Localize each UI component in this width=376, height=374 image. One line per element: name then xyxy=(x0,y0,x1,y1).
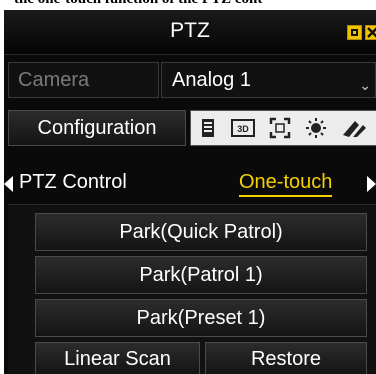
svg-text:3D: 3D xyxy=(237,124,249,134)
window-title: PTZ xyxy=(170,19,210,42)
wiper-icon[interactable] xyxy=(341,117,367,144)
caption-text: the one-touch function of the PTZ cont xyxy=(14,0,262,8)
park-quick-patrol-button[interactable]: Park(Quick Patrol) xyxy=(35,213,367,251)
right-arrow-icon[interactable] xyxy=(367,176,376,192)
restore-button[interactable]: Restore xyxy=(205,342,367,374)
close-icon[interactable] xyxy=(365,25,376,40)
park-preset-1-button[interactable]: Park(Preset 1) xyxy=(35,299,367,337)
configuration-row: Configuration 3D xyxy=(4,110,376,146)
document-caption: the one-touch function of the PTZ cont xyxy=(0,0,376,10)
camera-label: Camera xyxy=(8,62,159,98)
tab-ptz-control[interactable]: PTZ Control xyxy=(19,171,127,194)
minimize-icon[interactable] xyxy=(347,25,362,40)
one-touch-content: Park(Quick Patrol) Park(Patrol 1) Park(P… xyxy=(8,204,376,374)
tab-bar: PTZ Control One-touch xyxy=(4,168,376,202)
focus-frame-icon[interactable] xyxy=(269,117,291,144)
configuration-button[interactable]: Configuration xyxy=(8,110,186,146)
menu-list-icon[interactable] xyxy=(201,117,215,144)
title-bar: PTZ xyxy=(4,10,376,55)
chevron-down-icon: ⌄ xyxy=(359,77,371,93)
light-icon[interactable] xyxy=(303,117,329,144)
ptz-panel: PTZ Camera Analog 1 ⌄ Configuration 3D P… xyxy=(4,10,376,374)
linear-scan-button[interactable]: Linear Scan xyxy=(35,342,200,374)
camera-row: Camera Analog 1 ⌄ xyxy=(4,60,376,100)
tab-one-touch[interactable]: One-touch xyxy=(239,171,333,197)
tool-icons-bar: 3D xyxy=(190,110,376,146)
left-arrow-icon[interactable] xyxy=(4,176,13,192)
park-patrol-1-button[interactable]: Park(Patrol 1) xyxy=(35,256,367,294)
camera-value: Analog 1 xyxy=(172,69,251,91)
camera-select[interactable]: Analog 1 ⌄ xyxy=(161,62,376,98)
3d-icon[interactable]: 3D xyxy=(231,117,255,144)
